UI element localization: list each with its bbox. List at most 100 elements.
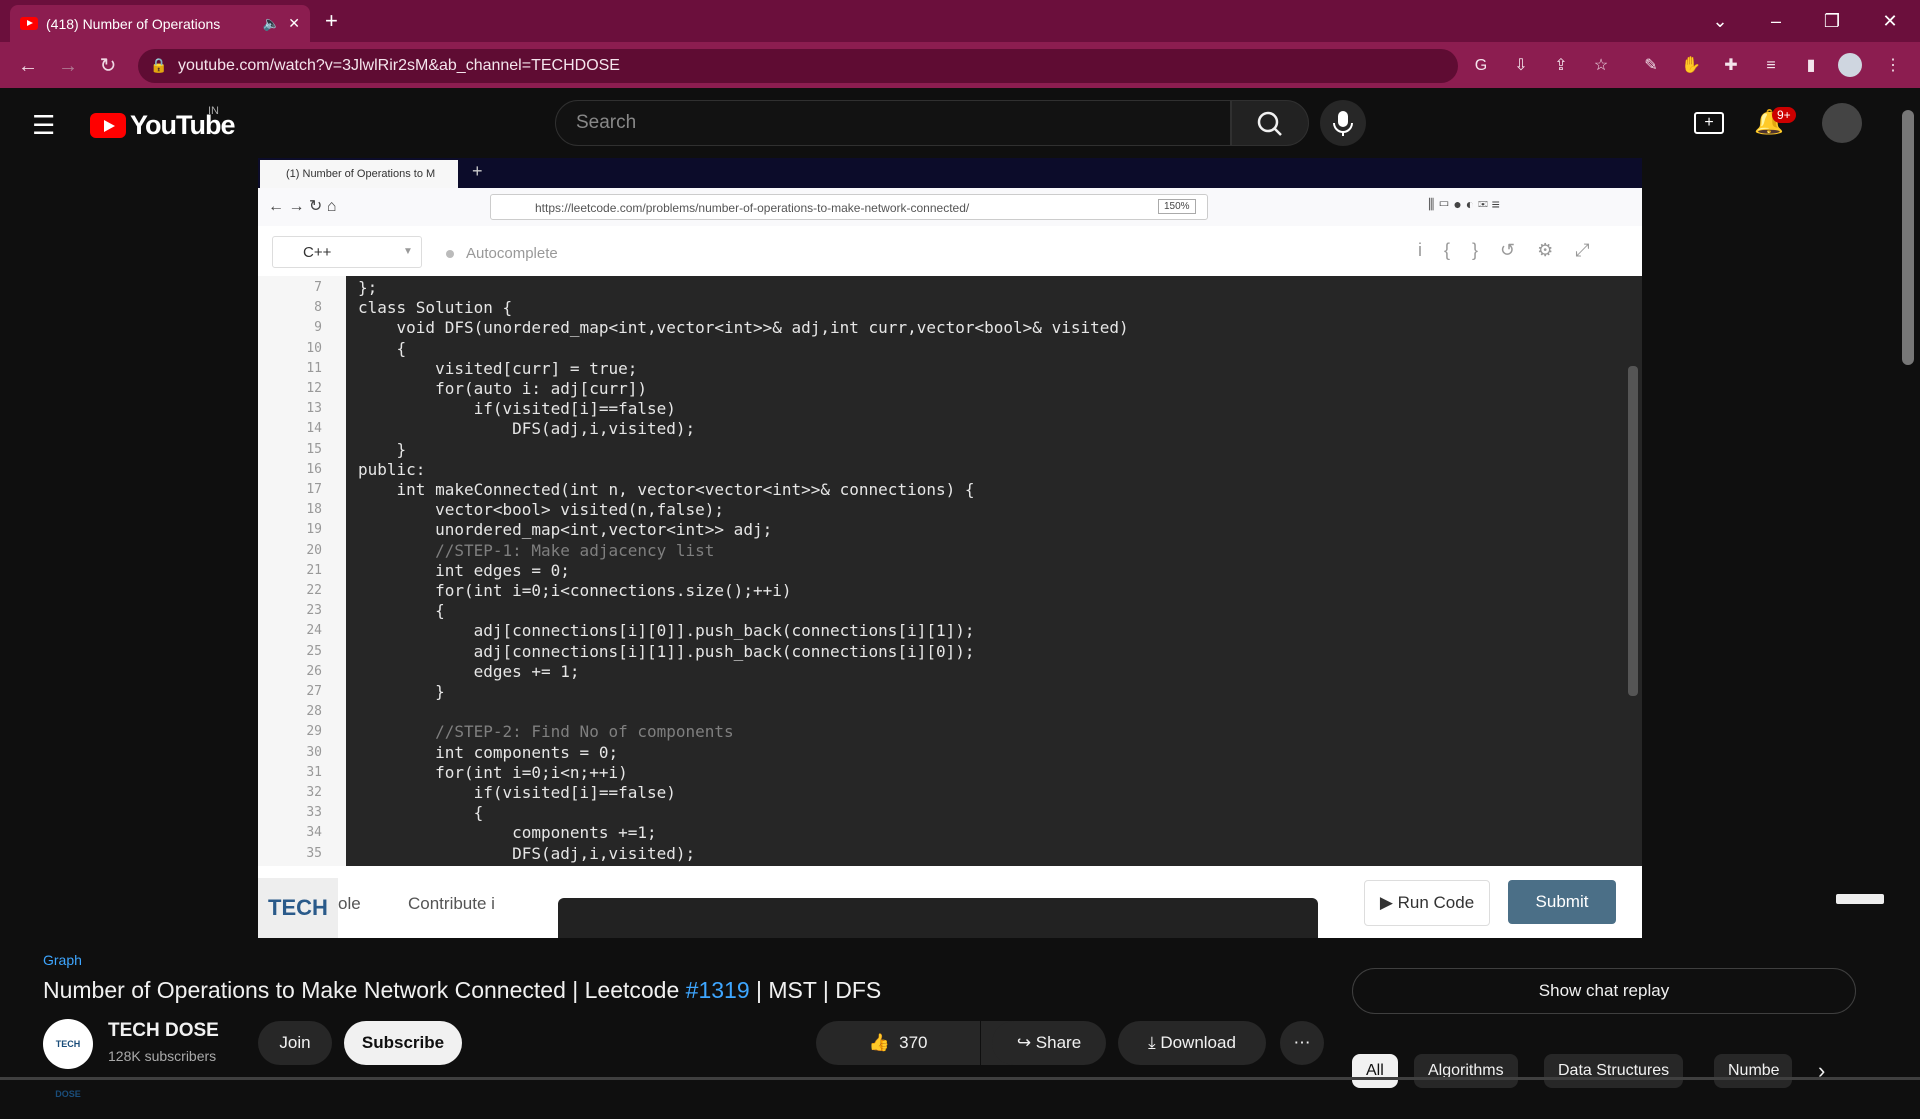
tab-close-icon[interactable]: ✕ [288,15,300,32]
download-button[interactable]: ⤓ Download [1118,1021,1266,1065]
video-browser-tabs: (1) Number of Operations to M + [258,158,1642,188]
pen-extension-icon[interactable]: ✎ [1638,53,1664,79]
drawing-toolbar [558,898,1318,938]
country-code: IN [208,105,219,117]
browser-tab[interactable]: (418) Number of Operations 🔈 ✕ [10,5,310,42]
restore-icon[interactable]: ❐ [1812,8,1852,34]
chip-number[interactable]: Numbe [1714,1054,1792,1088]
back-icon[interactable]: ← [14,52,42,80]
line-number: 17 [306,482,322,497]
video-player[interactable]: (1) Number of Operations to M + ← → ↻ ⌂ … [258,158,1642,938]
code-line: { [358,601,445,621]
youtube-logo-icon[interactable] [90,113,126,138]
extensions-puzzle-icon[interactable]: ✚ [1718,53,1744,79]
search-icon [1257,111,1282,136]
media-control-icon[interactable]: ≡ [1758,53,1784,79]
tab-search-icon[interactable]: ⌄ [1700,8,1740,34]
code-line: for(auto i: adj[curr]) [358,379,647,398]
download-icon: ⤓ [1148,1033,1156,1052]
show-chat-replay-button[interactable]: Show chat replay [1352,968,1856,1014]
line-number: 24 [306,623,322,639]
hamburger-menu-icon[interactable]: ☰ [32,110,55,141]
leetcode-toolbar: C++ ▼ Autocomplete i{}↺⚙⤢ [258,226,1642,277]
line-number: 23 [306,603,322,619]
lock-icon[interactable]: 🔒 [150,57,167,74]
more-dots-icon: ⋯ [1293,1033,1311,1052]
subscribe-button[interactable]: Subscribe [344,1021,462,1065]
line-number: 22 [306,583,322,598]
code-line: vector<bool> visited(n,false); [358,500,725,520]
forward-icon[interactable]: → [54,52,82,80]
url-text[interactable]: youtube.com/watch?v=3JlwlRir2sM&ab_chann… [178,57,620,75]
thumbs-up-icon: 👍 [868,1033,890,1052]
video-toolbar-icons: ⫼ ▭ ● ◐ ✉ ≡ [1428,196,1500,212]
profile-avatar-icon[interactable] [1838,53,1862,77]
search-button[interactable] [1231,100,1309,146]
code-editor: 7}; 8 class Solution {9 void DFS(unordered… [258,276,1642,866]
code-line: adj[connections[i][0]].push_back(connect… [358,621,975,641]
console-label: ole [338,894,361,913]
code-line: components +=1; [358,823,657,843]
video-hashtag[interactable]: Graph [43,952,82,968]
title-hashtag-link[interactable]: #1319 [686,977,750,1003]
line-number: 35 [306,845,322,861]
like-button[interactable]: 👍 370 [816,1021,980,1065]
video-zoom-level: 150% [1158,199,1196,214]
code-line: }; [358,278,378,297]
line-number: 21 [306,562,322,578]
run-code-label: Run Code [1397,893,1475,912]
chip-data-structures[interactable]: Data Structures [1544,1054,1684,1088]
line-number: 27 [306,684,322,699]
chip-algorithms[interactable]: Algorithms [1414,1054,1518,1088]
voice-search-button[interactable] [1320,100,1366,146]
bookmark-star-icon[interactable]: ☆ [1588,53,1614,79]
contribute-label: Contribute i [408,894,495,913]
code-line: public: [358,459,426,479]
browser-menu-icon[interactable]: ⋮ [1880,53,1906,79]
line-number: 7 [314,280,322,295]
speaker-icon[interactable]: 🔈 [263,15,280,32]
line-number: 9 [314,320,322,336]
line-number: 14 [306,421,322,437]
chevron-down-icon: ▼ [403,246,413,257]
autocomplete-label: Autocomplete [466,245,558,262]
tab-title: (418) Number of Operations [46,15,221,32]
install-app-icon[interactable]: ⇩ [1508,53,1534,79]
line-number: 20 [306,542,322,558]
channel-name[interactable]: TECH DOSE [108,1020,219,1042]
microphone-icon [1333,111,1353,136]
code-line: { [358,803,484,823]
new-tab-icon[interactable]: + [325,8,338,34]
google-icon[interactable]: G [1468,53,1494,79]
reload-icon[interactable]: ↻ [94,52,122,80]
share-button[interactable]: ↪ Share [992,1021,1106,1065]
editor-scrollbar [1628,366,1638,696]
youtube-favicon-icon [20,17,38,30]
code-line: int components = 0; [358,742,619,762]
create-video-icon[interactable]: + [1694,112,1724,134]
search-input[interactable]: Search [555,100,1231,146]
close-window-icon[interactable]: ✕ [1870,8,1910,34]
line-number: 33 [306,805,322,821]
subscribe-watermark-icon[interactable] [1836,894,1884,904]
account-avatar[interactable] [1822,103,1862,143]
line-number: 12 [306,381,322,396]
chip-next-chevron-icon[interactable]: › [1818,1058,1825,1084]
line-number: 30 [306,744,322,760]
submit-button: Submit [1508,880,1616,924]
side-panel-icon[interactable]: ▮ [1798,53,1824,79]
video-title: Number of Operations to Make Network Con… [43,977,881,1004]
chip-all[interactable]: All [1352,1054,1398,1088]
more-actions-button[interactable]: ⋯ [1280,1021,1324,1065]
video-browser-nav: ← → ↻ ⌂ https://leetcode.com/problems/nu… [258,188,1642,227]
share-page-icon[interactable]: ⇪ [1548,53,1574,79]
code-line: int edges = 0; [358,560,570,580]
page-scrollbar[interactable] [1902,110,1914,365]
join-button[interactable]: Join [258,1021,332,1065]
code-line: for(int i=0;i<n;++i) [358,762,628,782]
minimize-icon[interactable]: – [1756,8,1796,34]
hand-extension-icon[interactable]: ✋ [1678,53,1704,79]
code-line: edges += 1; [358,661,580,681]
channel-avatar[interactable]: TECH DOSE [43,1019,93,1099]
line-number: 19 [306,522,322,538]
